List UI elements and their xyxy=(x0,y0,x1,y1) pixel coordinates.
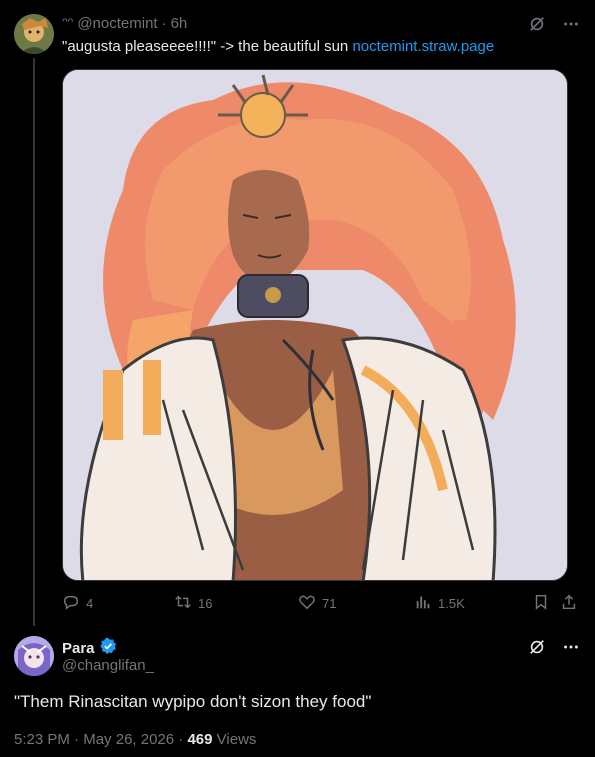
reply-meta: 5:23 PM · May 26, 2026 · 469 Views xyxy=(14,730,256,750)
like-button[interactable]: 71 xyxy=(298,593,336,613)
reply-button[interactable]: 4 xyxy=(62,593,93,613)
reply-top-actions xyxy=(527,637,581,657)
tweet-media-image[interactable] xyxy=(62,69,568,581)
reply-time[interactable]: 5:23 PM xyxy=(14,731,70,748)
grok-icon[interactable] xyxy=(527,637,547,657)
reply-avatar[interactable] xyxy=(14,636,54,676)
reply-count: 4 xyxy=(86,595,94,611)
views-button[interactable]: 1.5K xyxy=(414,593,465,613)
timestamp[interactable]: 6h xyxy=(171,14,188,34)
more-icon[interactable] xyxy=(561,14,581,34)
tweet-body: "augusta pleaseeee!!!!" -> the beautiful… xyxy=(62,38,353,55)
more-icon[interactable] xyxy=(561,637,581,657)
bookmark-button[interactable] xyxy=(532,593,550,613)
bookmark-icon xyxy=(532,593,550,614)
reply-handle[interactable]: @changlifan_ xyxy=(62,656,154,676)
separator: · xyxy=(178,731,184,748)
reply-views-label: Views xyxy=(216,731,257,748)
avatar[interactable] xyxy=(14,14,54,54)
like-icon xyxy=(298,593,316,614)
reply-date[interactable]: May 26, 2026 xyxy=(83,731,174,748)
reply-views-count: 469 xyxy=(187,731,213,748)
views-count: 1.5K xyxy=(438,595,465,611)
user-handle[interactable]: @noctemint xyxy=(77,14,157,34)
tweet-link[interactable]: noctemint.straw.page xyxy=(352,38,494,55)
reply-icon xyxy=(62,593,80,614)
retweet-icon xyxy=(174,593,192,614)
reply-text: "Them Rinascitan wypipo don't sizon they… xyxy=(14,692,372,711)
views-icon xyxy=(414,593,432,614)
tweet-header: ᵔᵔ @noctemint · 6h xyxy=(62,14,187,34)
thread-connector-line xyxy=(33,58,35,626)
share-button[interactable] xyxy=(560,593,578,613)
grok-icon[interactable] xyxy=(527,14,547,34)
tweet-top-actions xyxy=(527,14,581,34)
like-count: 71 xyxy=(322,595,337,611)
retweet-count: 16 xyxy=(198,595,213,611)
tweet-action-bar: 4 16 71 1.5K xyxy=(62,593,582,613)
share-icon xyxy=(560,593,578,614)
separator: · xyxy=(161,15,167,32)
tweet-text: "augusta pleaseeee!!!!" -> the beautiful… xyxy=(62,37,494,57)
retweet-button[interactable]: 16 xyxy=(174,593,212,613)
display-name[interactable]: ᵔᵔ xyxy=(62,14,73,34)
separator: · xyxy=(74,731,80,748)
